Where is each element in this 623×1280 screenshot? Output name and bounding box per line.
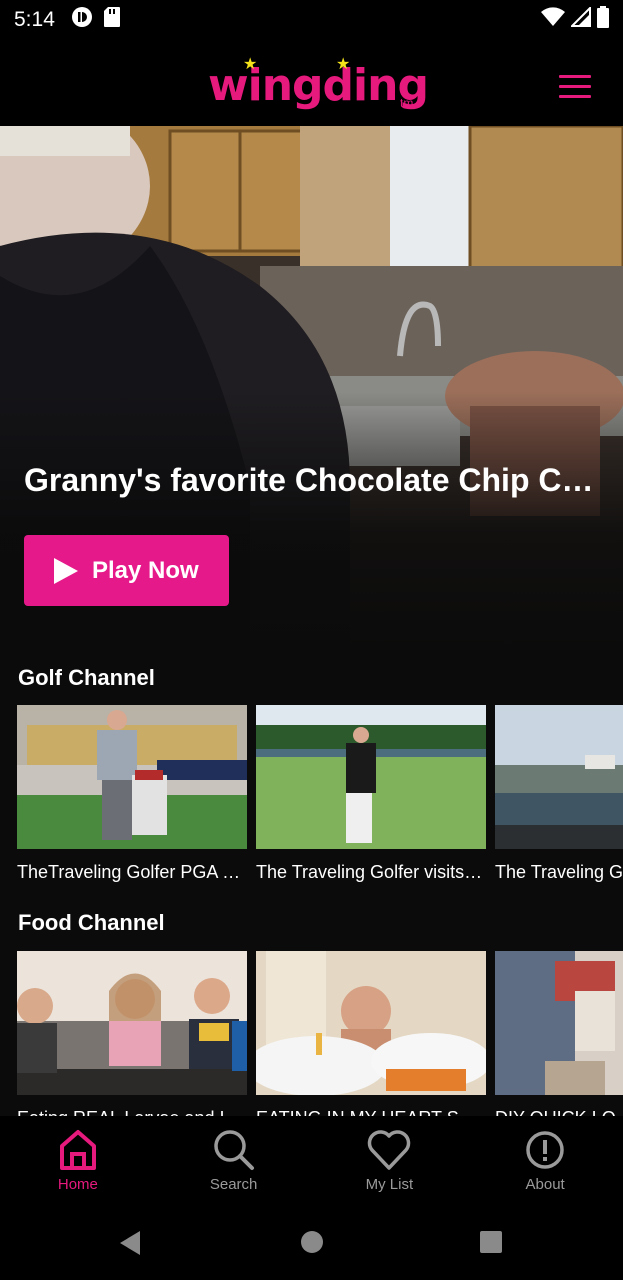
content-rows: Golf Channel TheTraveling Golfer PGA Tou… xyxy=(0,652,623,1116)
video-card[interactable]: Eating REAL Larvae and Insects xyxy=(17,951,247,1116)
home-icon xyxy=(59,1130,96,1170)
wifi-icon xyxy=(541,7,565,33)
video-caption: The Traveling Golfer xyxy=(495,862,623,882)
video-card[interactable]: The Traveling Golfer xyxy=(495,705,623,883)
hero-gradient xyxy=(0,392,623,652)
video-caption: TheTraveling Golfer PGA Tour Superstore xyxy=(17,862,245,882)
video-thumbnail xyxy=(246,951,491,1096)
nav-home-label: Home xyxy=(57,1176,98,1193)
video-card[interactable]: DIY QUICK LO xyxy=(495,951,623,1116)
golf-channel-row[interactable]: TheTraveling Golfer PGA Tour Superstore … xyxy=(17,705,623,885)
hero-banner[interactable]: Granny's favorite Chocolate Chip Cookies… xyxy=(0,126,623,652)
app-header: wingding ★ ★ tm xyxy=(0,40,623,126)
video-thumbnail xyxy=(256,705,486,849)
video-caption: Eating REAL Larvae and Insects xyxy=(17,1108,245,1116)
bottom-navigation: Home Search My List About xyxy=(0,1116,623,1206)
status-time: 5:14 xyxy=(14,8,55,31)
video-card[interactable]: TheTraveling Golfer PGA Tour Superstore xyxy=(17,705,247,883)
home-circle-icon[interactable] xyxy=(300,1230,324,1254)
data-saver-icon xyxy=(71,6,93,34)
battery-icon xyxy=(597,6,609,34)
hamburger-menu-icon[interactable] xyxy=(559,75,591,99)
logo-trademark: tm xyxy=(400,96,414,110)
row-title-golf: Golf Channel xyxy=(18,665,155,690)
hero-title: Granny's favorite Chocolate Chip Cookies xyxy=(24,462,604,498)
heart-icon xyxy=(368,1130,411,1170)
video-caption: The Traveling Golfer visits the course xyxy=(256,862,484,882)
system-navigation-bar xyxy=(0,1206,623,1280)
wingding-logo[interactable]: wingding ★ ★ tm xyxy=(208,56,429,114)
play-icon xyxy=(54,557,78,584)
logo-star-icon: ★ xyxy=(243,56,258,73)
food-channel-row[interactable]: Eating REAL Larvae and Insects EATING IN… xyxy=(17,951,623,1116)
nav-about-label: About xyxy=(525,1176,565,1193)
nav-my-list-label: My List xyxy=(365,1176,414,1193)
video-caption: DIY QUICK LO xyxy=(495,1108,623,1116)
nav-search-label: Search xyxy=(209,1176,258,1193)
video-card[interactable]: EATING IN MY HEART SHAPED TUB xyxy=(246,951,491,1116)
video-caption: EATING IN MY HEART SHAPED TUB xyxy=(256,1108,484,1116)
video-thumbnail xyxy=(495,951,623,1095)
nav-search[interactable]: Search xyxy=(156,1116,312,1206)
logo-text: wingding xyxy=(208,60,429,111)
row-title-food: Food Channel xyxy=(18,910,165,935)
logo-star-icon: ★ xyxy=(336,56,351,73)
back-icon[interactable] xyxy=(118,1230,142,1256)
search-icon xyxy=(213,1130,254,1170)
nav-home[interactable]: Home xyxy=(0,1116,156,1206)
nav-about[interactable]: About xyxy=(467,1116,623,1206)
status-right-icons xyxy=(541,5,609,34)
play-now-label: Play Now xyxy=(92,556,199,584)
info-icon xyxy=(526,1131,564,1169)
video-thumbnail xyxy=(17,705,247,849)
video-thumbnail xyxy=(17,951,247,1095)
status-bar: 5:14 xyxy=(0,0,623,40)
play-now-button[interactable]: Play Now xyxy=(24,535,229,606)
video-thumbnail xyxy=(495,705,623,849)
video-card[interactable]: The Traveling Golfer visits the course xyxy=(256,705,486,883)
nav-my-list[interactable]: My List xyxy=(312,1116,468,1206)
cell-signal-icon xyxy=(569,5,591,33)
sd-card-icon xyxy=(103,6,121,34)
recents-icon[interactable] xyxy=(479,1230,503,1254)
